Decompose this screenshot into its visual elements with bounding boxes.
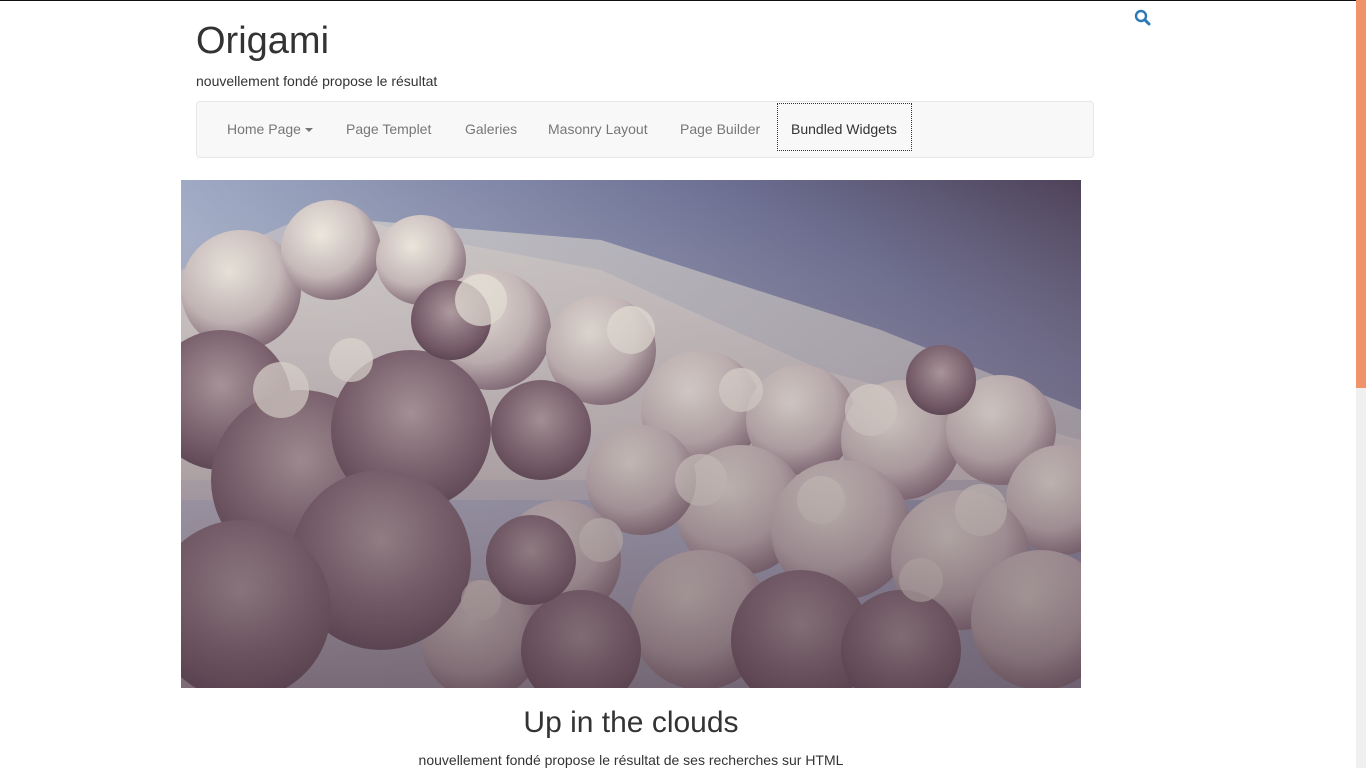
page-scrollbar[interactable] xyxy=(1356,0,1366,768)
hero-image-clouds xyxy=(181,180,1081,688)
nav-item-label: Bundled Widgets xyxy=(791,121,897,137)
caret-down-icon xyxy=(304,128,313,133)
nav-item-label: Galeries xyxy=(465,121,518,137)
hero-caption-text: nouvellement fondé propose le résultat d… xyxy=(418,752,844,768)
nav-item-home-page[interactable]: Home Page xyxy=(227,102,313,157)
nav-item-page-templet[interactable]: Page Templet xyxy=(346,102,431,157)
site-title[interactable]: Origami xyxy=(196,18,329,64)
hero-caption-title: Up in the clouds xyxy=(523,706,739,739)
nav-item-page-builder[interactable]: Page Builder xyxy=(680,102,760,157)
nav-item-label: Home Page xyxy=(227,121,301,137)
nav-item-label: Page Templet xyxy=(346,121,432,137)
main-navbar: Home Page Page Templet Galeries Masonry … xyxy=(196,101,1094,158)
nav-item-label: Masonry Layout xyxy=(548,121,648,137)
nav-item-bundled-widgets[interactable]: Bundled Widgets xyxy=(791,102,897,157)
nav-item-galeries[interactable]: Galeries xyxy=(465,102,517,157)
site-tagline: nouvellement fondé propose le résultat xyxy=(196,73,438,89)
nav-item-masonry-layout[interactable]: Masonry Layout xyxy=(548,102,648,157)
search-icon xyxy=(1134,9,1151,26)
search-button[interactable] xyxy=(1134,9,1152,27)
scrollbar-thumb[interactable] xyxy=(1356,0,1366,388)
nav-item-label: Page Builder xyxy=(680,121,761,137)
top-border xyxy=(0,0,1366,1)
